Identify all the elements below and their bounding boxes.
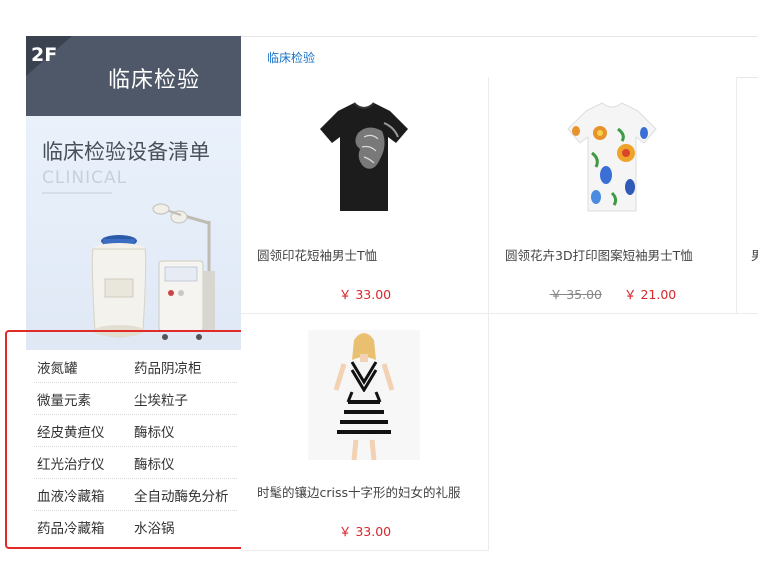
- link-drug-refrigerator[interactable]: 药品冷藏箱: [34, 517, 134, 537]
- floor-number: 2F: [31, 44, 58, 66]
- link-auto-elisa-analyzer[interactable]: 全自动酶免分析: [134, 485, 237, 505]
- product-title[interactable]: 圆领花卉3D打印图案短袖男士T恤: [505, 245, 693, 264]
- link-microplate-reader-2[interactable]: 酶标仪: [134, 453, 237, 473]
- price-row: ￥ 33.00: [241, 284, 489, 303]
- floor-header: 2F 临床检验: [26, 36, 241, 116]
- product-image-black-tshirt[interactable]: [308, 93, 420, 223]
- floor-name: 临床检验: [108, 68, 201, 93]
- floor-badge: 2F: [26, 36, 72, 76]
- price-row: ￥ 35.00 ￥ 21.00: [489, 284, 737, 303]
- link-row: 经皮黄疸仪 酶标仪: [34, 415, 237, 447]
- product-price: ￥ 21.00: [623, 287, 677, 302]
- category-link-list: 液氮罐 药品阴凉柜 微量元素 尘埃粒子 经皮黄疸仪 酶标仪 红光治疗仪 酶标仪 …: [26, 351, 241, 543]
- product-title[interactable]: 圆领印花短袖男士T恤: [257, 245, 377, 264]
- banner-title: 临床检验设备清单: [42, 140, 210, 164]
- product-card[interactable]: 圆领印花短袖男士T恤 ￥ 33.00: [241, 77, 489, 314]
- link-row: 微量元素 尘埃粒子: [34, 383, 237, 415]
- lab-equipment-image: [91, 203, 215, 340]
- link-row: 红光治疗仪 酶标仪: [34, 447, 237, 479]
- product-image-striped-dress[interactable]: [308, 330, 420, 460]
- product-grid: 圆领印花短袖男士T恤 ￥ 33.00 圆领花卉3D打印图案短袖男士T恤 ￥ 35…: [241, 77, 758, 551]
- link-water-bath[interactable]: 水浴锅: [134, 517, 237, 537]
- product-card[interactable]: 圆领花卉3D打印图案短袖男士T恤 ￥ 35.00 ￥ 21.00: [489, 77, 737, 314]
- product-card[interactable]: 时髦的镶边criss十字形的妇女的礼服 ￥ 33.00: [241, 314, 489, 551]
- link-microplate-reader[interactable]: 酶标仪: [134, 421, 237, 441]
- product-price: ￥ 33.00: [338, 524, 392, 539]
- product-title-partial: 男: [751, 248, 758, 263]
- link-jaundice-meter[interactable]: 经皮黄疸仪: [34, 421, 134, 441]
- link-dust-particles[interactable]: 尘埃粒子: [134, 389, 237, 409]
- floor-banner[interactable]: 临床检验设备清单 CLINICAL: [26, 116, 241, 350]
- product-title[interactable]: 时髦的镶边criss十字形的妇女的礼服: [257, 482, 461, 501]
- price-row: ￥ 33.00: [241, 521, 489, 540]
- link-row: 液氮罐 药品阴凉柜: [34, 351, 237, 383]
- banner-subtitle: CLINICAL: [42, 168, 128, 188]
- link-row: 药品冷藏箱 水浴锅: [34, 511, 237, 543]
- link-row: 血液冷藏箱 全自动酶免分析: [34, 479, 237, 511]
- link-blood-refrigerator[interactable]: 血液冷藏箱: [34, 485, 134, 505]
- product-image-floral-tshirt[interactable]: [556, 93, 668, 223]
- product-price: ￥ 33.00: [338, 287, 392, 302]
- link-liquid-nitrogen-tank[interactable]: 液氮罐: [34, 357, 134, 377]
- floor-tab-bar: 临床检验: [241, 36, 758, 78]
- product-card-partial[interactable]: 男: [737, 77, 758, 314]
- floor-panel: 2F 临床检验 临床检验设备清单 CLINICAL 液氮罐 药品阴凉柜 微量元素…: [26, 36, 241, 551]
- tab-clinical-testing[interactable]: 临床检验: [267, 49, 315, 66]
- product-old-price: ￥ 35.00: [549, 287, 602, 302]
- link-red-light-therapy[interactable]: 红光治疗仪: [34, 453, 134, 473]
- link-drug-cool-cabinet[interactable]: 药品阴凉柜: [134, 357, 237, 377]
- banner-divider: [42, 192, 112, 194]
- link-trace-elements[interactable]: 微量元素: [34, 389, 134, 409]
